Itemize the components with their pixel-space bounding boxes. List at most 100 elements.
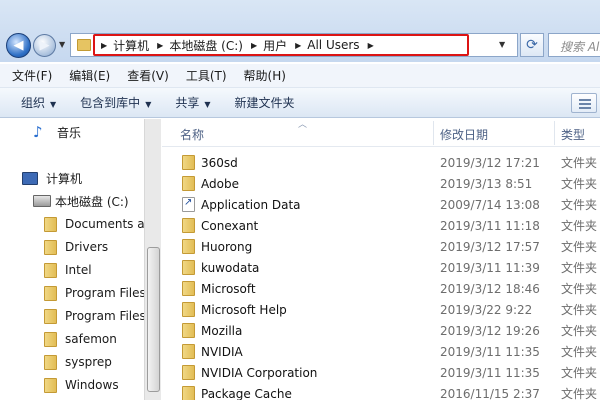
search-input[interactable]: 搜索 All Users (548, 33, 600, 57)
folder-icon (182, 239, 195, 254)
folder-icon (182, 344, 195, 359)
breadcrumb-computer[interactable]: 计算机 (113, 37, 149, 54)
computer-icon (22, 171, 38, 185)
nav-folder[interactable]: Program Files (44, 305, 146, 327)
nav-folder[interactable]: Program Files (44, 282, 146, 304)
nav-item-music[interactable]: ♪ 音乐 (33, 121, 81, 143)
folder-icon (182, 302, 195, 317)
file-name: Microsoft (201, 281, 256, 296)
address-history-dropdown[interactable]: ▼ (499, 40, 505, 49)
nav-pane-scrollbar[interactable] (144, 119, 161, 400)
nav-folder[interactable]: Windows (44, 374, 119, 396)
file-type: 文件夹 (561, 261, 598, 275)
file-date: 2019/3/11 11:35 (440, 365, 540, 380)
file-type: 文件夹 (561, 156, 598, 170)
column-header-type[interactable]: 类型 (561, 126, 585, 143)
list-item[interactable]: Application Data 2009/7/14 13:08 文件夹 (162, 194, 600, 215)
file-date: 2009/7/14 13:08 (440, 197, 540, 212)
change-view-button[interactable] (571, 93, 597, 113)
file-date: 2016/11/15 2:37 (440, 386, 540, 400)
folder-icon (44, 308, 57, 324)
folder-icon (182, 323, 195, 338)
organize-button[interactable]: 组织 ▼ (21, 94, 56, 111)
drive-icon (33, 195, 51, 207)
share-label: 共享 (175, 96, 200, 110)
menu-tools[interactable]: 工具(T) (186, 67, 227, 84)
nav-item-local-disk[interactable]: 本地磁盘 (C:) (33, 190, 129, 212)
sort-ascending-icon: ︿ (298, 120, 308, 130)
breadcrumb-separator-icon[interactable]: ▶ (368, 41, 374, 50)
refresh-button[interactable]: ⟳ (520, 33, 544, 57)
list-item[interactable]: Adobe 2019/3/13 8:51 文件夹 (162, 173, 600, 194)
nav-folder-label: Program Files (65, 286, 146, 300)
include-in-library-button[interactable]: 包含到库中 ▼ (80, 94, 151, 111)
nav-item-label: 计算机 (46, 171, 83, 186)
menu-help[interactable]: 帮助(H) (244, 67, 286, 84)
list-item[interactable]: Package Cache 2016/11/15 2:37 文件夹 (162, 383, 600, 400)
file-name: NVIDIA Corporation (201, 365, 318, 380)
column-divider[interactable] (554, 121, 555, 145)
nav-folder[interactable]: Documents ar (44, 213, 150, 235)
list-item[interactable]: Conexant 2019/3/11 11:18 文件夹 (162, 215, 600, 236)
folder-icon (182, 281, 195, 296)
breadcrumb-separator-icon[interactable]: ▶ (157, 41, 163, 50)
file-date: 2019/3/11 11:18 (440, 218, 540, 233)
folder-icon (44, 262, 57, 278)
menu-file[interactable]: 文件(F) (12, 67, 52, 84)
recent-locations-dropdown[interactable]: ▼ (59, 40, 65, 49)
file-type: 文件夹 (561, 198, 598, 212)
menu-edit[interactable]: 编辑(E) (69, 67, 110, 84)
file-name: Conexant (201, 218, 259, 233)
list-item[interactable]: kuwodata 2019/3/11 11:39 文件夹 (162, 257, 600, 278)
include-in-library-label: 包含到库中 (80, 96, 141, 110)
nav-folder[interactable]: sysprep (44, 351, 112, 373)
list-item[interactable]: Mozilla 2019/3/12 19:26 文件夹 (162, 320, 600, 341)
refresh-icon: ⟳ (526, 37, 538, 53)
address-bar[interactable]: ▶ 计算机 ▶ 本地磁盘 (C:) ▶ 用户 ▶ All Users ▶ ▼ (70, 33, 518, 57)
nav-item-computer[interactable]: 计算机 (22, 167, 82, 189)
list-item[interactable]: NVIDIA 2019/3/11 11:35 文件夹 (162, 341, 600, 362)
new-folder-button[interactable]: 新建文件夹 (235, 94, 295, 111)
list-item[interactable]: 360sd 2019/3/12 17:21 文件夹 (162, 152, 600, 173)
nav-folder[interactable]: safemon (44, 328, 117, 350)
nav-folder[interactable]: Drivers (44, 236, 108, 258)
view-list-icon (579, 99, 591, 101)
nav-folder[interactable]: Intel (44, 259, 92, 281)
breadcrumb-separator-icon[interactable]: ▶ (101, 41, 107, 50)
file-name: 360sd (201, 155, 238, 170)
file-type: 文件夹 (561, 303, 598, 317)
breadcrumb-users[interactable]: 用户 (263, 37, 287, 54)
back-button[interactable]: ◀ (6, 33, 31, 58)
organize-label: 组织 (21, 96, 46, 110)
breadcrumb-separator-icon[interactable]: ▶ (295, 41, 301, 50)
file-type: 文件夹 (561, 387, 598, 400)
menu-view[interactable]: 查看(V) (127, 67, 169, 84)
nav-item-label: 音乐 (57, 125, 82, 140)
nav-folder-label: Drivers (65, 240, 109, 254)
folder-icon (77, 39, 91, 51)
breadcrumb-local-disk[interactable]: 本地磁盘 (C:) (169, 37, 243, 54)
folder-icon (182, 365, 195, 380)
list-item[interactable]: Huorong 2019/3/12 17:57 文件夹 (162, 236, 600, 257)
column-header-date[interactable]: 修改日期 (440, 126, 488, 143)
menu-bar: 文件(F) 编辑(E) 查看(V) 工具(T) 帮助(H) (0, 64, 600, 88)
list-item[interactable]: Microsoft Help 2019/3/22 9:22 文件夹 (162, 299, 600, 320)
scrollbar-thumb[interactable] (147, 247, 160, 392)
view-list-icon (579, 103, 591, 105)
list-item[interactable]: Microsoft 2019/3/12 18:46 文件夹 (162, 278, 600, 299)
share-button[interactable]: 共享 ▼ (175, 94, 210, 111)
file-type: 文件夹 (561, 282, 598, 296)
list-item[interactable]: NVIDIA Corporation 2019/3/11 11:35 文件夹 (162, 362, 600, 383)
chevron-down-icon: ▼ (145, 100, 152, 109)
column-header-name[interactable]: 名称 (180, 126, 204, 143)
chevron-down-icon: ▼ (204, 100, 211, 109)
nav-folder-label: Intel (65, 263, 92, 277)
forward-button[interactable]: ▶ (33, 34, 56, 57)
file-name: Huorong (201, 239, 253, 254)
breadcrumb-separator-icon[interactable]: ▶ (251, 41, 257, 50)
column-headers: ︿ 名称 修改日期 类型 (162, 119, 600, 147)
forward-arrow-icon: ▶ (39, 38, 50, 53)
breadcrumb-all-users[interactable]: All Users (307, 38, 359, 52)
file-name: Application Data (201, 197, 301, 212)
column-divider[interactable] (433, 121, 434, 145)
